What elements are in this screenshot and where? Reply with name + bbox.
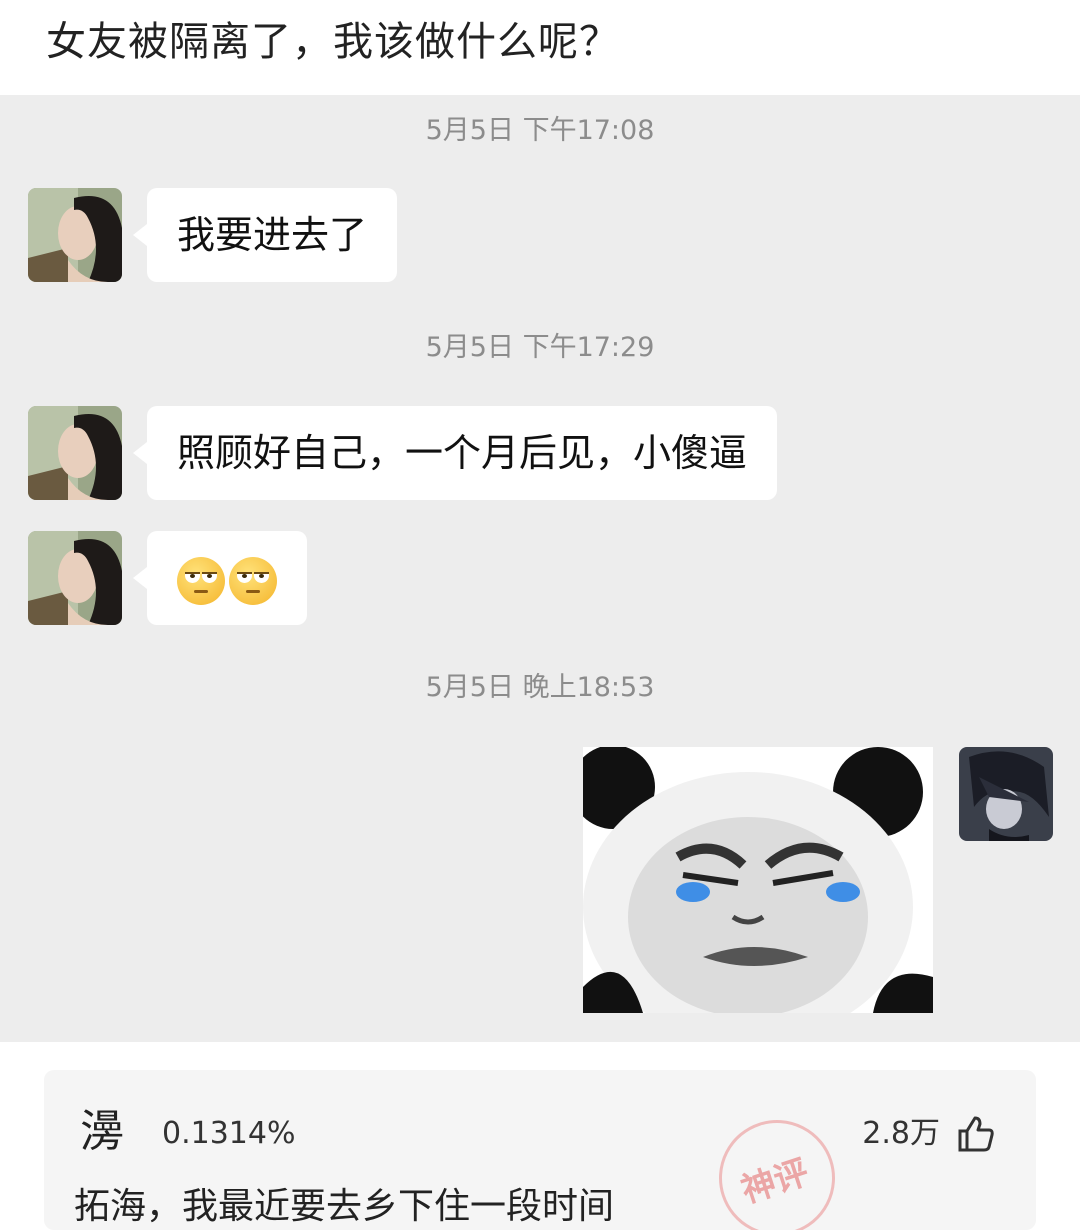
comment-text: 拓海，我最近要去乡下住一段时间 [74,1186,615,1227]
rolling-eyes-emoji-icon [229,556,277,605]
comment-section: 澷 0.1314% 神评 2.8万 拓海，我最近要去乡下住一段时间 [0,1042,1080,1230]
message-bubble[interactable]: 我要进去了 [132,188,398,282]
chat-timestamp: 5月5日 晚上18:53 [425,672,655,703]
hot-comment-card[interactable]: 澷 0.1314% 神评 2.8万 拓海，我最近要去乡下住一段时间 [44,1070,1036,1230]
girlfriend-avatar[interactable] [28,531,122,625]
god-comment-stamp: 神评 [703,1104,851,1230]
commenter-avatar[interactable]: 澷 [80,1104,136,1160]
emoji-message-bubble[interactable] [133,531,307,625]
girlfriend-avatar[interactable] [28,188,122,282]
like-count: 2.8万 [862,1116,940,1151]
my-avatar[interactable] [959,747,1053,841]
title-bar: 女友被隔离了，我该做什么呢？ [0,0,1080,95]
chat-screenshot: 5月5日 下午17:08 我要进去了 5月5日 下午17:29 照顾好自己，一个… [0,95,1080,1042]
rolling-eyes-emoji-icon [177,556,225,605]
chat-timestamp: 5月5日 下午17:29 [425,332,655,363]
chat-timestamp: 5月5日 下午17:08 [425,115,655,146]
commenter-name[interactable]: 0.1314% [162,1114,295,1154]
girlfriend-avatar[interactable] [28,406,122,500]
thumbs-up-icon[interactable] [956,1114,996,1154]
panda-sticker-image[interactable] [583,747,933,1013]
page-title: 女友被隔离了，我该做什么呢？ [46,19,620,65]
message-bubble[interactable]: 照顾好自己，一个月后见，小傻逼 [132,406,778,500]
